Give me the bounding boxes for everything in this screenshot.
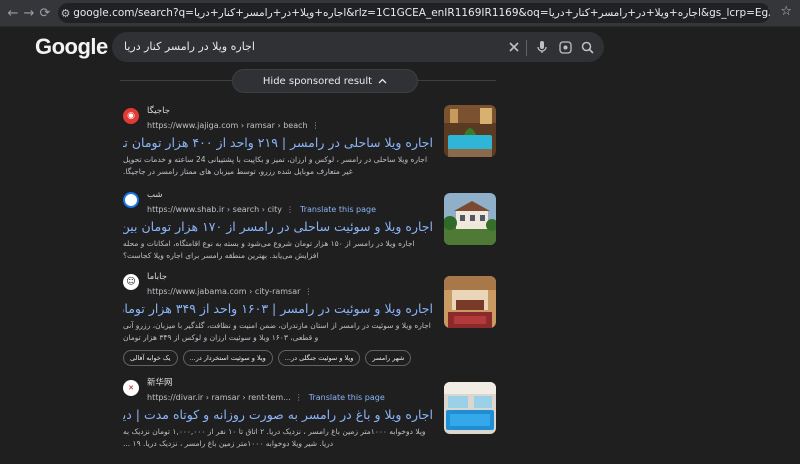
site-url: https://www.jajiga.com › ramsar › beach — [147, 121, 308, 130]
more-options-icon[interactable]: ⋮ — [312, 121, 320, 130]
site-url: https://www.shab.ir › search › city — [147, 205, 283, 214]
address-bar[interactable]: ⚙ google.com/search?q=اجاره+ویلا+در+رامس… — [58, 3, 770, 23]
jabama-favicon-icon: ☺ — [123, 274, 139, 290]
hide-sponsored-button[interactable]: Hide sponsored result — [232, 69, 418, 93]
site-url: https://divar.ir › ramsar › rent-tem... — [147, 393, 291, 402]
hide-sponsored-label: Hide sponsored result — [262, 75, 373, 87]
related-chip[interactable]: ویلا و سوئیت استخردار در... — [182, 350, 273, 366]
result-snippet: ویلا دوخوابه ۱۰۰۰متر زمین باغ رامسر ، نز… — [123, 427, 426, 448]
search-icon[interactable] — [579, 39, 595, 55]
result-thumbnail[interactable] — [444, 276, 496, 328]
related-chip[interactable]: ویلا و سوئیت جنگلی در... — [277, 350, 361, 366]
voice-search-icon[interactable] — [534, 39, 550, 55]
search-result: شب https://www.shab.ir › search › city ⋮ T… — [123, 190, 433, 262]
more-options-icon[interactable]: ⋮ — [304, 287, 312, 296]
clear-icon[interactable] — [506, 39, 522, 55]
bookmark-star-icon[interactable]: ☆ — [780, 4, 792, 19]
reload-icon[interactable]: ⟳ — [36, 4, 54, 22]
result-thumbnail[interactable] — [444, 193, 496, 245]
translate-link[interactable]: Translate this page — [300, 205, 376, 214]
site-name: شب — [147, 190, 163, 200]
translate-link[interactable]: Translate this page — [309, 393, 385, 402]
shab-favicon-icon — [123, 192, 139, 208]
address-url[interactable]: google.com/search?q=اجاره+ویلا+در+رامسر+… — [73, 7, 770, 19]
google-logo[interactable]: Google — [35, 34, 108, 60]
result-title[interactable]: اجاره ویلا و سوئیت در رامسر | ۱۶۰۳ واحد … — [123, 301, 433, 316]
result-snippet: اجاره ویلا ساحلی در رامسر ، لوکس و ارزان… — [123, 155, 428, 176]
site-info-icon[interactable]: ⚙ — [58, 7, 73, 20]
site-name: جاجیگا — [147, 106, 170, 116]
site-name: 新华网 — [147, 378, 173, 388]
result-title[interactable]: اجاره ویلا و سوئیت ساحلی در رامسر از ۱۷۰… — [123, 219, 433, 234]
result-snippet: اجاره ویلا و سوئیت در رامسر از استان ماز… — [123, 321, 431, 342]
result-snippet: اجاره ویلا در رامسر از ۱۵۰ هزار تومان شر… — [123, 239, 415, 260]
result-source[interactable]: شب https://www.shab.ir › search › city ⋮ T… — [123, 190, 433, 216]
more-options-icon[interactable]: ⋮ — [286, 205, 294, 214]
chevron-up-icon — [378, 76, 387, 87]
result-title[interactable]: اجاره ویلا ساحلی در رامسر | ۲۱۹ واحد از … — [123, 135, 433, 150]
related-chips: یک خوابه آفالی ویلا و سوئیت استخردار در.… — [123, 350, 433, 366]
result-source[interactable]: ✕ 新华网 https://divar.ir › ramsar › rent-t… — [123, 378, 433, 404]
result-thumbnail[interactable] — [444, 382, 496, 434]
search-result: ✕ 新华网 https://divar.ir › ramsar › rent-t… — [123, 378, 433, 450]
related-chip[interactable]: یک خوابه آفالی — [123, 350, 178, 366]
search-result: ☺ جاباما https://www.jabama.com › city-r… — [123, 272, 433, 366]
site-url: https://www.jabama.com › city-ramsar — [147, 287, 301, 296]
search-result: ◉ جاجیگا https://www.jajiga.com › ramsar… — [123, 106, 433, 178]
divar-favicon-icon: ✕ — [123, 380, 139, 396]
site-name: جاباما — [147, 272, 167, 282]
related-chip[interactable]: شهر رامسر — [365, 350, 412, 366]
result-title[interactable]: اجاره ویلا و باغ در رامسر به صورت روزانه… — [123, 407, 433, 422]
browser-toolbar: ← → ⟳ ⚙ google.com/search?q=اجاره+ویلا+د… — [0, 0, 800, 27]
jajiga-favicon-icon: ◉ — [123, 108, 139, 124]
more-options-icon[interactable]: ⋮ — [295, 393, 303, 402]
result-thumbnail[interactable] — [444, 105, 496, 157]
result-source[interactable]: ☺ جاباما https://www.jabama.com › city-r… — [123, 272, 433, 298]
search-divider — [526, 40, 527, 56]
search-input[interactable]: اجاره ویلا در رامسر کنار دریا — [124, 40, 255, 53]
search-box[interactable]: اجاره ویلا در رامسر کنار دریا — [112, 32, 604, 62]
lens-search-icon[interactable] — [557, 39, 573, 55]
result-source[interactable]: ◉ جاجیگا https://www.jajiga.com › ramsar… — [123, 106, 433, 132]
